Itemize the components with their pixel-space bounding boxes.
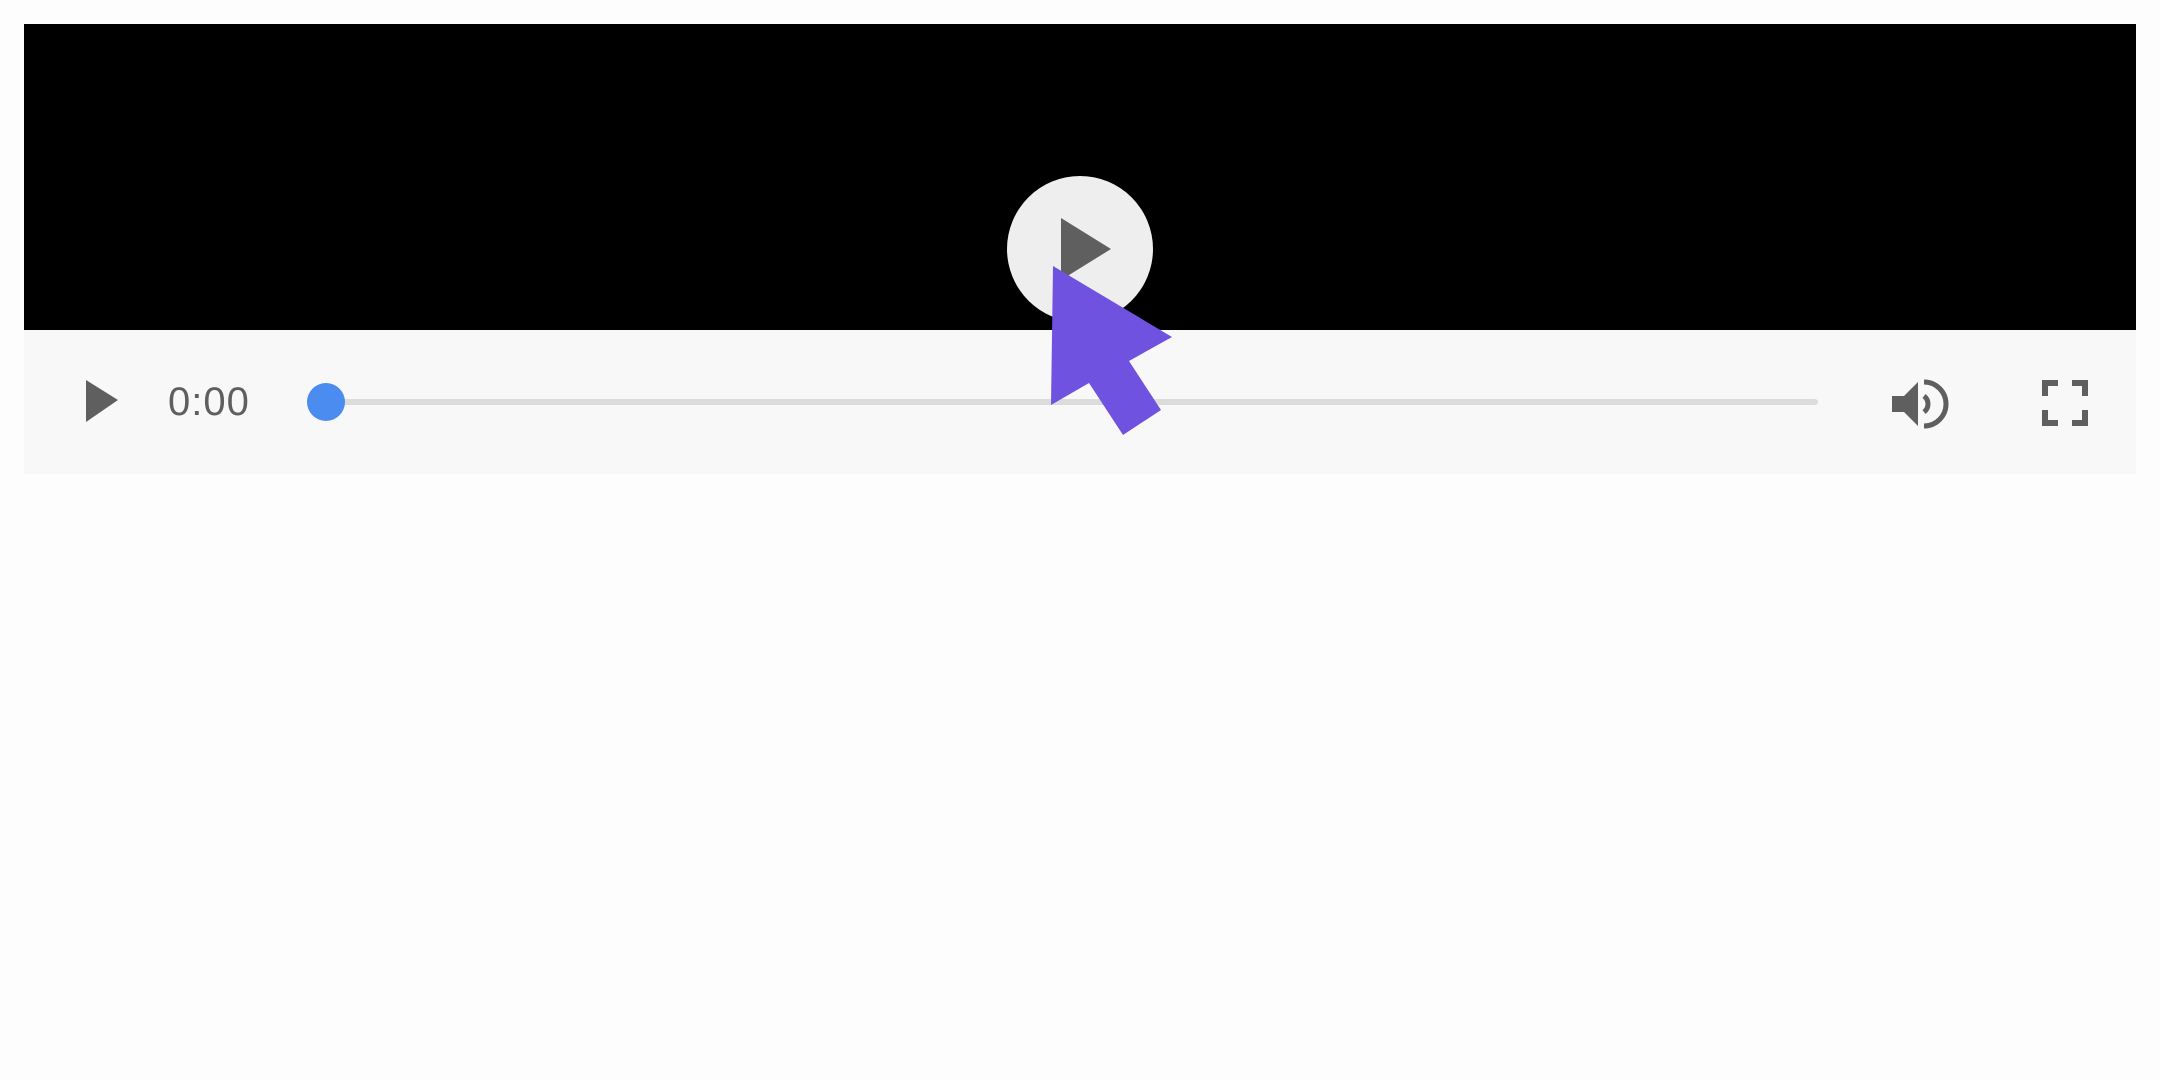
volume-up-icon bbox=[1892, 379, 1949, 429]
video-area[interactable] bbox=[24, 24, 2136, 330]
play-icon bbox=[86, 380, 118, 422]
seek-thumb[interactable] bbox=[307, 383, 345, 421]
play-button[interactable] bbox=[80, 378, 128, 426]
big-play-button[interactable] bbox=[1007, 176, 1153, 322]
control-bar: 0:00 bbox=[24, 330, 2136, 474]
fullscreen-button[interactable] bbox=[2038, 376, 2092, 430]
fullscreen-icon bbox=[2042, 380, 2088, 426]
volume-button[interactable] bbox=[1890, 376, 1950, 432]
seek-bar[interactable] bbox=[304, 382, 1818, 422]
play-icon bbox=[1061, 218, 1111, 280]
seek-track[interactable] bbox=[314, 399, 1818, 405]
video-player: 0:00 bbox=[24, 24, 2136, 474]
time-display: 0:00 bbox=[168, 380, 250, 424]
